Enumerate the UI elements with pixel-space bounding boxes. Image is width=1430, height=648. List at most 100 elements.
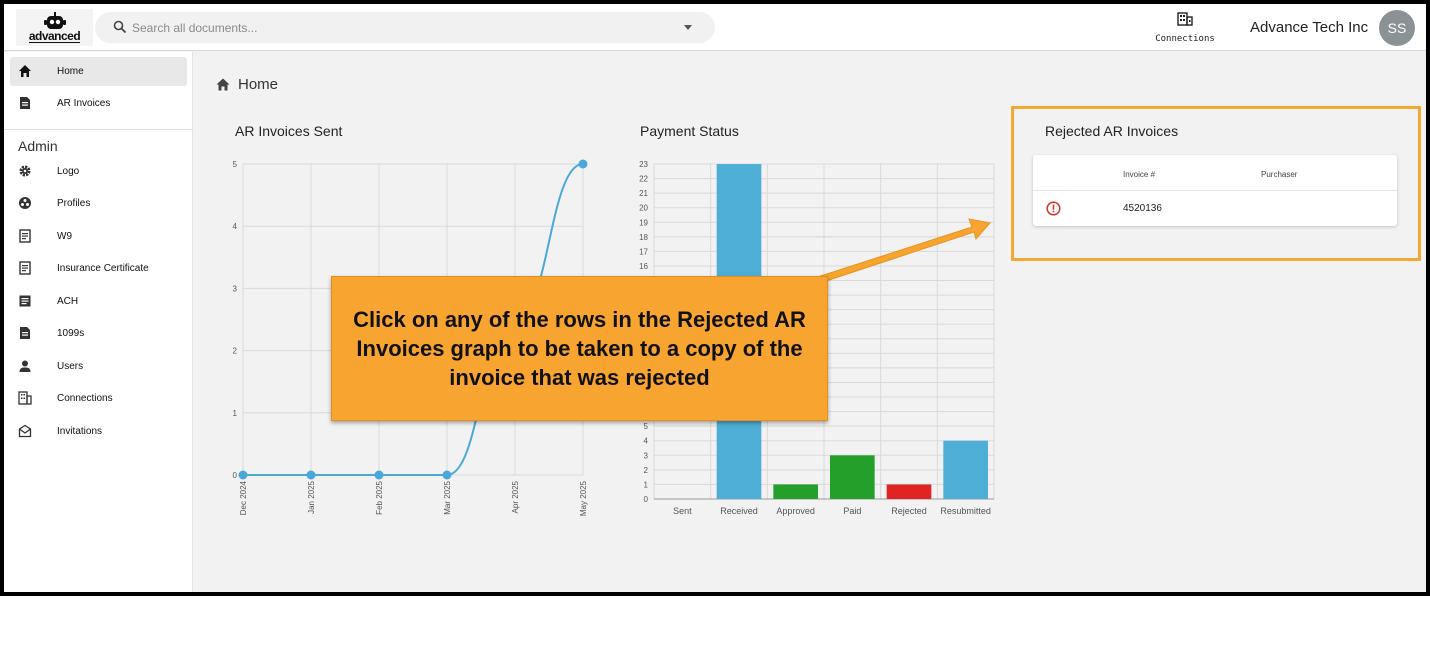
sidebar-item-label: Insurance Certificate bbox=[57, 263, 149, 274]
sidebar-item-1099s[interactable]: 1099s bbox=[10, 319, 187, 348]
sidebar-item-profiles[interactable]: Profiles bbox=[10, 189, 187, 218]
sidebar-item-label: 1099s bbox=[57, 328, 85, 339]
x-tick-label: Sent bbox=[673, 506, 692, 516]
ach-icon bbox=[19, 295, 31, 307]
sidebar-item-w9[interactable]: W9 bbox=[10, 222, 187, 251]
sidebar-item-label: Logo bbox=[57, 166, 80, 177]
admin-heading: Admin bbox=[18, 138, 58, 154]
top-bar: advanced Connections Advance Tech Inc SS bbox=[4, 4, 1426, 51]
y-tick-label: 21 bbox=[639, 189, 648, 198]
sidebar-item-label: Connections bbox=[57, 393, 113, 404]
sidebar-item-label: ACH bbox=[57, 296, 79, 307]
sidebar-item-ar-invoices[interactable]: AR Invoices bbox=[10, 89, 187, 118]
callout-text: Click on any of the rows in the Rejected… bbox=[353, 307, 806, 390]
x-tick-label: Resubmitted bbox=[940, 506, 991, 516]
search-icon bbox=[113, 20, 127, 34]
sidebar-item-invitations[interactable]: Invitations bbox=[10, 417, 187, 446]
y-tick-label: 16 bbox=[639, 262, 648, 271]
x-tick-label: Rejected bbox=[891, 506, 927, 516]
building-icon bbox=[1177, 12, 1193, 26]
connections-button[interactable]: Connections bbox=[1152, 12, 1218, 46]
search-input[interactable] bbox=[132, 18, 672, 38]
y-tick-label: 0 bbox=[644, 495, 649, 504]
user-icon bbox=[19, 360, 31, 372]
document-icon bbox=[20, 97, 30, 109]
sidebar-item-ach[interactable]: ACH bbox=[10, 287, 187, 316]
sidebar-item-label: Home bbox=[57, 66, 84, 77]
y-tick-label: 19 bbox=[639, 218, 648, 227]
y-tick-label: 2 bbox=[644, 466, 649, 475]
invoice-number: 4520136 bbox=[1123, 203, 1162, 214]
search-bar[interactable] bbox=[95, 12, 715, 43]
gear-icon bbox=[19, 165, 31, 177]
avatar[interactable]: SS bbox=[1379, 10, 1415, 46]
sidebar-item-connections[interactable]: Connections bbox=[10, 384, 187, 413]
x-tick-label: Paid bbox=[843, 506, 861, 516]
column-header-invoice: Invoice # bbox=[1123, 170, 1156, 179]
logo-wordmark: advanced bbox=[28, 29, 81, 43]
page-title: Home bbox=[238, 76, 279, 93]
x-tick-label: Dec 2024 bbox=[239, 480, 248, 515]
data-point bbox=[578, 159, 588, 169]
sidebar-item-label: Profiles bbox=[57, 198, 91, 209]
y-tick-label: 3 bbox=[233, 284, 238, 293]
home-icon bbox=[216, 78, 230, 91]
instruction-callout: Click on any of the rows in the Rejected… bbox=[331, 276, 828, 421]
y-tick-label: 17 bbox=[639, 247, 648, 256]
sidebar-item-insurance-certificate[interactable]: Insurance Certificate bbox=[10, 254, 187, 283]
y-tick-label: 23 bbox=[639, 160, 648, 169]
y-tick-label: 2 bbox=[233, 347, 238, 356]
sidebar-item-label: W9 bbox=[57, 231, 72, 242]
mail-icon bbox=[18, 424, 32, 438]
y-tick-label: 22 bbox=[639, 175, 648, 184]
connections-label: Connections bbox=[1155, 34, 1215, 44]
y-tick-label: 4 bbox=[233, 222, 238, 231]
company-logo[interactable]: advanced bbox=[16, 9, 93, 46]
x-tick-label: May 2025 bbox=[579, 480, 588, 516]
y-tick-label: 0 bbox=[233, 471, 238, 480]
avatar-initials: SS bbox=[1387, 20, 1407, 36]
y-tick-label: 20 bbox=[639, 204, 648, 213]
company-name: Advance Tech Inc bbox=[1250, 19, 1369, 36]
y-tick-label: 3 bbox=[644, 451, 649, 460]
sidebar: Home AR Invoices Admin Logo Profiles W9 … bbox=[4, 52, 193, 592]
app-window: advanced Connections Advance Tech Inc SS bbox=[0, 0, 1430, 596]
certificate-icon bbox=[19, 261, 31, 275]
bar-paid bbox=[830, 455, 875, 499]
bar-resubmitted bbox=[943, 440, 988, 499]
x-tick-label: Feb 2025 bbox=[375, 480, 384, 514]
sidebar-item-home[interactable]: Home bbox=[10, 57, 187, 86]
sidebar-item-users[interactable]: Users bbox=[10, 352, 187, 381]
error-icon bbox=[1046, 201, 1061, 216]
home-icon bbox=[19, 65, 31, 77]
profiles-icon bbox=[19, 197, 31, 209]
y-tick-label: 5 bbox=[644, 422, 649, 431]
y-tick-label: 5 bbox=[233, 160, 238, 169]
x-tick-label: Mar 2025 bbox=[443, 480, 452, 514]
sidebar-divider bbox=[4, 129, 193, 130]
data-point bbox=[238, 470, 248, 480]
ar-invoices-sent-title: AR Invoices Sent bbox=[235, 123, 343, 139]
robot-logo-icon bbox=[43, 12, 66, 29]
bar-rejected bbox=[886, 484, 932, 499]
bar-approved bbox=[773, 484, 818, 499]
y-tick-label: 1 bbox=[644, 480, 649, 489]
rejected-ar-invoices-title: Rejected AR Invoices bbox=[1045, 123, 1179, 139]
y-tick-label: 4 bbox=[644, 437, 649, 446]
table-row[interactable]: 4520136 bbox=[1033, 191, 1397, 226]
y-tick-label: 18 bbox=[639, 233, 648, 242]
data-point bbox=[374, 470, 384, 480]
breadcrumb: Home bbox=[216, 76, 278, 93]
rejected-invoices-table: Invoice # Purchaser 4520136 bbox=[1033, 155, 1397, 226]
x-tick-label: Approved bbox=[776, 506, 815, 516]
payment-status-title: Payment Status bbox=[640, 123, 739, 139]
building-icon bbox=[18, 391, 32, 405]
sidebar-item-label: Users bbox=[57, 361, 84, 372]
search-dropdown-icon[interactable] bbox=[684, 25, 692, 30]
document-icon bbox=[20, 327, 30, 339]
x-tick-label: Jan 2025 bbox=[307, 480, 316, 513]
sidebar-item-logo[interactable]: Logo bbox=[10, 157, 187, 186]
column-header-purchaser: Purchaser bbox=[1261, 170, 1298, 179]
form-icon bbox=[19, 229, 31, 243]
data-point bbox=[442, 470, 452, 480]
